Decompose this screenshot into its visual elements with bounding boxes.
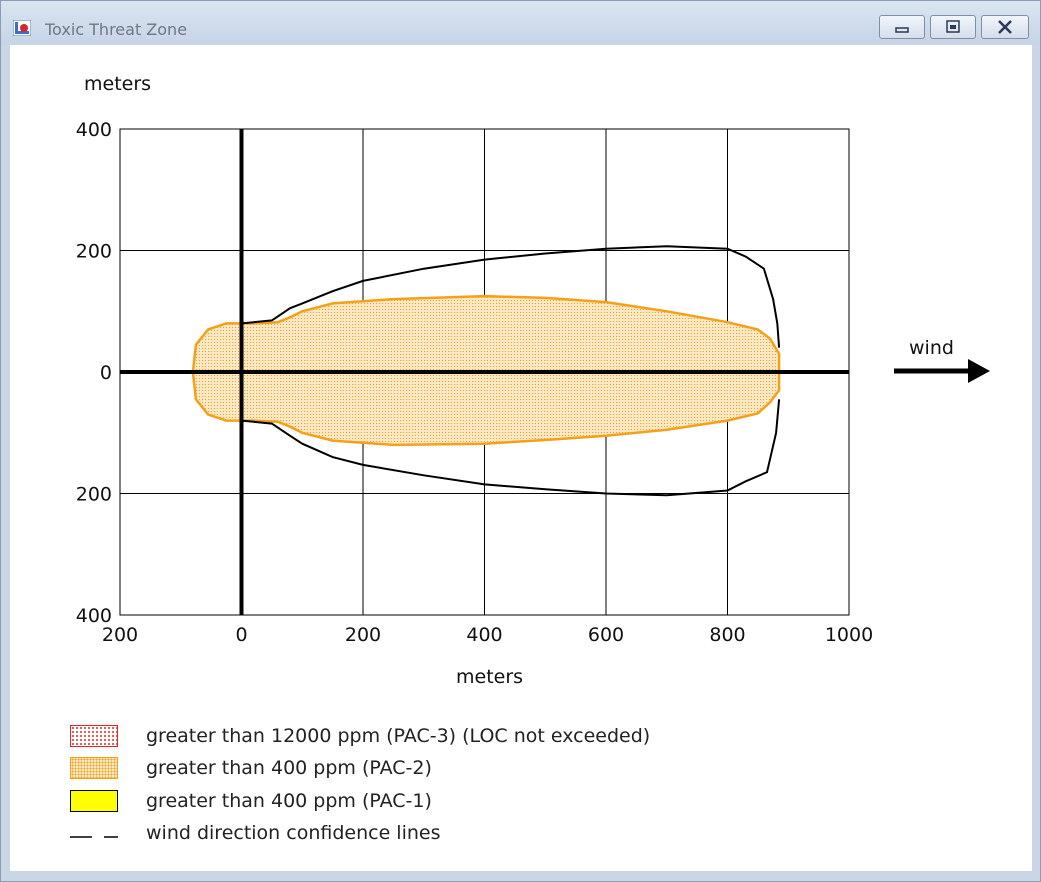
title-bar[interactable]: Toxic Threat Zone	[1, 1, 1040, 45]
x-tick-label: 200	[345, 624, 381, 646]
maximize-icon	[946, 20, 960, 33]
close-button[interactable]	[981, 15, 1029, 39]
close-icon	[998, 20, 1012, 34]
y-tick-label: 200	[76, 241, 112, 263]
y-tick-label: 200	[76, 484, 112, 506]
chart-area: 200 0 200 400 600 800 1000 400 200 0 200 400 meters…	[10, 45, 1032, 871]
confidence-line-swatch	[70, 836, 118, 838]
pac2-swatch	[70, 757, 118, 779]
threat-zone-chart: 200 0 200 400 600 800 10004002000200400 meters…	[76, 73, 990, 688]
pac3-swatch	[70, 725, 118, 747]
toxic-threat-zone-window: Toxic Threat Zone 200 0 200 400 600 800 …	[0, 0, 1041, 882]
wind-arrow: wind	[894, 337, 990, 383]
x-tick-label: 1000	[825, 624, 873, 646]
app-icon	[13, 20, 31, 36]
y-tick-label: 400	[76, 605, 112, 627]
x-tick-label: 400	[466, 624, 502, 646]
legend-label: greater than 400 ppm (PAC-1)	[146, 790, 432, 812]
x-tick-label: 200	[102, 624, 138, 646]
wind-arrow-head	[968, 359, 990, 383]
window-title: Toxic Threat Zone	[45, 20, 188, 39]
pac1-swatch	[70, 790, 118, 812]
y-tick-label: 0	[100, 362, 112, 384]
x-tick-label: 600	[588, 624, 624, 646]
maximize-button[interactable]	[930, 15, 976, 39]
minimize-icon	[895, 27, 909, 33]
minimize-button[interactable]	[879, 15, 925, 39]
y-tick-label: 400	[76, 119, 112, 141]
legend-label: greater than 400 ppm (PAC-2)	[146, 757, 432, 779]
wind-label: wind	[909, 337, 954, 359]
y-axis-title: meters	[84, 73, 151, 95]
x-tick-label: 800	[709, 624, 745, 646]
legend-label: greater than 12000 ppm (PAC-3) (LOC not …	[146, 725, 651, 747]
x-axis-title: meters	[456, 666, 523, 688]
legend-label: wind direction confidence lines	[146, 822, 441, 844]
x-tick-label: 0	[235, 624, 247, 646]
